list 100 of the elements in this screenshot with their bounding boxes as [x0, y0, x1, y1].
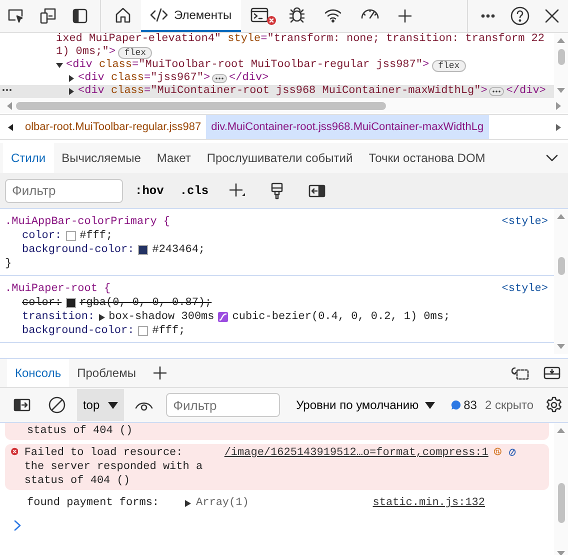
- inspect-icon[interactable]: [7, 7, 25, 25]
- scroll-up-icon[interactable]: [557, 427, 565, 433]
- network-request-icon[interactable]: [494, 446, 502, 457]
- clear-console-icon[interactable]: [48, 396, 66, 414]
- ellipsis-icon[interactable]: [212, 74, 228, 83]
- class-button[interactable]: .cls: [176, 184, 213, 198]
- scrollbar-thumb[interactable]: [558, 257, 564, 275]
- log-levels-dropdown[interactable]: Уровни по умолчанию: [290, 397, 441, 413]
- flex-badge[interactable]: flex: [432, 60, 466, 72]
- expand-triangle-icon[interactable]: [185, 500, 192, 506]
- drawer-tab[interactable]: Проблемы: [69, 359, 144, 387]
- filter-field[interactable]: Фильтр: [5, 178, 123, 202]
- scroll-right-icon[interactable]: [556, 102, 562, 110]
- html-element-tag[interactable]: <div class="MuiToolbar-root MuiToolbar-regular jss987">: [66, 59, 430, 72]
- panel-tab[interactable]: Прослушиватели событий: [198, 143, 361, 173]
- close-drawer-icon[interactable]: [543, 366, 561, 380]
- error-badge-icon: [266, 16, 276, 25]
- css-brace: }: [5, 257, 13, 271]
- scrollbar-thumb[interactable]: [558, 49, 564, 65]
- object-preview[interactable]: Array(1): [185, 496, 249, 510]
- css-selector: .MuiAppBar-colorPrimary {: [5, 215, 170, 229]
- help-icon[interactable]: [510, 6, 530, 26]
- error-icon: [11, 446, 18, 457]
- expand-triangle-icon[interactable]: [98, 314, 105, 320]
- panel-tab[interactable]: Стили: [3, 143, 54, 173]
- html-closing-tag: </div>: [229, 72, 269, 85]
- console-message: status of 404 (): [27, 424, 134, 438]
- ellipsis-icon[interactable]: [489, 87, 504, 96]
- html-element-tag[interactable]: <div class="MuiContainer-root jss968 MuiContainer-maxWidthLg">: [78, 85, 488, 98]
- css-value: cubic-bezier(0.4, 0, 0.2, 1) 0ms;: [232, 310, 450, 324]
- close-icon[interactable]: [544, 8, 560, 24]
- dom-tree-row[interactable]: <div class="MuiToolbar-root MuiToolbar-regular jss987"> flex: [0, 59, 554, 72]
- sidebar-toggle-icon[interactable]: [13, 398, 32, 412]
- collapsed-triangle-icon[interactable]: [68, 88, 75, 95]
- scrollbar[interactable]: [554, 33, 568, 98]
- expanded-triangle-icon[interactable]: [56, 62, 63, 69]
- scroll-up-icon[interactable]: [557, 213, 565, 219]
- source-link[interactable]: <style>: [502, 215, 548, 229]
- source-link[interactable]: /image/1625143919512…o=format,compress:1: [224, 446, 488, 460]
- css-value: #243464;: [152, 243, 206, 257]
- message-count: 83: [464, 398, 477, 412]
- add-tab-icon[interactable]: [152, 365, 168, 381]
- dom-tree-row[interactable]: <div class="jss967"> </div>: [0, 72, 554, 85]
- sidebar-toggle-icon[interactable]: [308, 184, 326, 198]
- dropdown-arrow-icon: [424, 402, 435, 408]
- breadcrumb-item[interactable]: div.MuiContainer-root.jss968.MuiContainer-maxWidthLg: [206, 115, 489, 139]
- css-property: background-color:: [22, 243, 134, 257]
- css-value: #fff;: [80, 229, 113, 243]
- scroll-right-icon[interactable]: [556, 124, 560, 130]
- dom-tree-row[interactable]: <div class="MuiContainer-root jss968 MuiContainer-maxWidthLg"> </div>: [0, 85, 554, 98]
- add-tool-icon[interactable]: [396, 8, 413, 24]
- panel-tab[interactable]: Вычисляемые: [54, 143, 149, 173]
- chevron-down-icon[interactable]: [546, 154, 558, 162]
- context-dropdown[interactable]: top: [76, 389, 124, 421]
- collapsed-triangle-icon[interactable]: [68, 75, 75, 82]
- filter-field[interactable]: Фильтр: [166, 393, 280, 417]
- css-selector: .MuiPaper-root {: [5, 282, 111, 296]
- css-property: color:: [22, 296, 62, 310]
- dom-tree-row[interactable]: 1) 0ms;"> flex: [0, 46, 554, 59]
- horizontal-scrollbar[interactable]: [0, 98, 568, 113]
- hidden-count: 2 скрыто: [484, 398, 534, 412]
- color-swatch[interactable]: [138, 326, 148, 336]
- flex-badge[interactable]: flex: [118, 46, 152, 58]
- html-attribute-text: 1) 0ms;">: [56, 46, 116, 59]
- elements-tab[interactable]: Элементы: [141, 0, 241, 32]
- panel-tab[interactable]: Точки останова DOM: [360, 143, 494, 173]
- color-swatch[interactable]: [66, 298, 76, 308]
- device-toggle-icon[interactable]: [39, 7, 57, 25]
- source-link[interactable]: static.min.js:132: [372, 496, 485, 510]
- css-value: #fff;: [152, 324, 186, 338]
- color-swatch[interactable]: [66, 231, 76, 241]
- scrollbar[interactable]: [554, 209, 568, 354]
- prompt-icon[interactable]: [14, 520, 21, 531]
- settings-icon[interactable]: [544, 396, 563, 414]
- color-swatch[interactable]: [138, 245, 148, 255]
- panel-tab[interactable]: Макет: [148, 143, 199, 173]
- console-icon: [250, 6, 270, 24]
- paint-brush-icon[interactable]: [270, 182, 284, 200]
- easing-editor-icon[interactable]: [218, 312, 228, 322]
- dock-icon[interactable]: [71, 7, 89, 25]
- scrollbar-thumb[interactable]: [558, 483, 564, 523]
- hover-state-button[interactable]: :hov: [131, 184, 168, 198]
- css-property: color:: [22, 229, 62, 243]
- console-message: Failed to load resource: the server responded with a status of 404 (): [24, 446, 204, 488]
- scroll-left-icon[interactable]: [8, 124, 12, 130]
- css-property: background-color:: [22, 324, 134, 338]
- css-property: transition:: [22, 310, 95, 324]
- dock-drawer-icon[interactable]: [511, 366, 529, 380]
- new-rule-icon[interactable]: [228, 182, 246, 200]
- scroll-down-icon[interactable]: [557, 344, 565, 350]
- scroll-up-icon[interactable]: [557, 37, 565, 43]
- scroll-down-icon[interactable]: [557, 88, 565, 94]
- scrollbar[interactable]: [554, 423, 568, 555]
- row-actions-icon[interactable]: [2, 88, 12, 92]
- code-icon: [150, 8, 168, 22]
- source-link[interactable]: <style>: [502, 282, 548, 296]
- drawer-tab[interactable]: Консоль: [7, 359, 70, 387]
- message-icon: [450, 400, 461, 410]
- html-element-tag[interactable]: <div class="jss967">: [78, 72, 210, 85]
- css-value: box-shadow 300ms: [108, 310, 214, 324]
